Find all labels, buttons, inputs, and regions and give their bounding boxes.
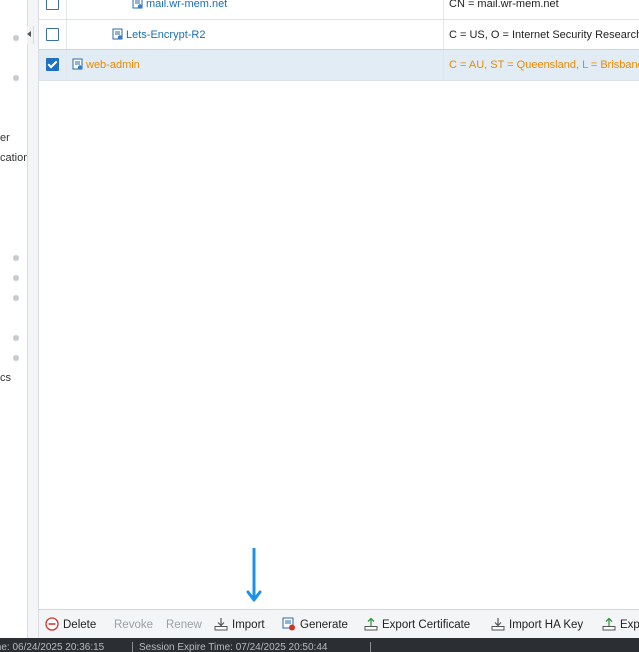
- import-button[interactable]: Import: [214, 610, 265, 639]
- export-certificate-label: Export Certificate: [382, 619, 471, 631]
- nav-bullet[interactable]: [13, 255, 19, 261]
- delete-button[interactable]: Delete: [45, 610, 96, 639]
- certificate-name-cell: mail.wr-mem.net: [67, 0, 444, 19]
- certificate-icon: [112, 28, 123, 40]
- certificate-icon: [132, 0, 143, 9]
- table-row[interactable]: mail.wr-mem.net CN = mail.wr-mem.net: [39, 0, 639, 20]
- generate-certificate-icon: [282, 617, 295, 631]
- certificate-name-cell: web-admin: [67, 50, 444, 80]
- certificate-link[interactable]: web-admin: [72, 50, 140, 80]
- nav-item-fragment[interactable]: cs: [0, 372, 11, 384]
- generate-label: Generate: [300, 619, 348, 631]
- nav-item-fragment[interactable]: er: [0, 132, 10, 144]
- nav-bullet[interactable]: [13, 355, 19, 361]
- nav-bullet[interactable]: [13, 75, 19, 81]
- row-checkbox-cell: [39, 0, 67, 19]
- certificate-name: mail.wr-mem.net: [146, 0, 228, 10]
- table-row[interactable]: Lets-Encrypt-R2 C = US, O = Internet Sec…: [39, 20, 639, 51]
- import-label: Import: [232, 619, 265, 631]
- revoke-label: Revoke: [114, 619, 153, 631]
- certificate-subject: CN = mail.wr-mem.net: [449, 0, 559, 10]
- nav-bullet[interactable]: [13, 295, 19, 301]
- status-separator: [370, 642, 371, 652]
- export-icon: [364, 617, 378, 631]
- panel-gutter: [28, 0, 39, 638]
- renew-label: Renew: [166, 619, 202, 631]
- left-nav-panel: er cation cs: [0, 0, 28, 638]
- renew-button[interactable]: Renew: [166, 610, 202, 639]
- export-certificate-button[interactable]: Export Certificate: [364, 610, 470, 639]
- import-icon: [491, 618, 505, 631]
- collapse-nav-icon[interactable]: [27, 26, 34, 44]
- certificate-subject: C = US, O = Internet Security Research G…: [449, 29, 639, 41]
- certificate-name: web-admin: [86, 59, 140, 71]
- certificate-link[interactable]: mail.wr-mem.net: [132, 0, 227, 19]
- nav-bullet[interactable]: [13, 35, 19, 41]
- export-ha-key-button[interactable]: Export HA Key: [602, 610, 639, 639]
- certificate-subject: C = AU, ST = Queensland, L = Brisbane, O…: [449, 59, 639, 71]
- delete-icon: [45, 617, 59, 631]
- certificate-table: mail.wr-mem.net CN = mail.wr-mem.net Let…: [39, 0, 639, 609]
- import-ha-key-label: Import HA Key: [509, 619, 584, 631]
- row-checkbox-checked[interactable]: [46, 58, 59, 71]
- nav-bullet[interactable]: [13, 335, 19, 341]
- certificate-icon: [72, 58, 83, 70]
- session-expire-time: Session Expire Time: 07/24/2025 20:50:44: [139, 642, 328, 652]
- revoke-button[interactable]: Revoke: [114, 610, 153, 639]
- nav-item-fragment[interactable]: cation: [0, 152, 27, 164]
- delete-label: Delete: [63, 619, 97, 631]
- row-checkbox[interactable]: [46, 0, 59, 10]
- nav-bullet[interactable]: [13, 275, 19, 281]
- certificate-toolbar: Delete Revoke Renew Import Generate Expo…: [39, 609, 639, 639]
- generate-button[interactable]: Generate: [282, 610, 348, 639]
- export-icon: [602, 617, 616, 631]
- certificate-name-cell: Lets-Encrypt-R2: [67, 20, 444, 50]
- row-checkbox-cell: [39, 50, 67, 80]
- import-icon: [214, 618, 228, 631]
- table-row-selected[interactable]: web-admin C = AU, ST = Queensland, L = B…: [39, 49, 639, 81]
- certificate-name: Lets-Encrypt-R2: [126, 29, 206, 41]
- export-ha-key-label: Export HA Key: [620, 619, 639, 631]
- login-time: Login Time: 06/24/2025 20:36:15: [0, 642, 105, 652]
- row-checkbox-cell: [39, 20, 67, 50]
- status-bar: Login Time: 06/24/2025 20:36:15 Session …: [0, 638, 639, 652]
- row-checkbox[interactable]: [46, 28, 59, 41]
- annotation-arrow-icon: [246, 548, 262, 602]
- import-ha-key-button[interactable]: Import HA Key: [491, 610, 583, 639]
- certificate-link[interactable]: Lets-Encrypt-R2: [112, 20, 205, 50]
- status-separator: [132, 642, 133, 652]
